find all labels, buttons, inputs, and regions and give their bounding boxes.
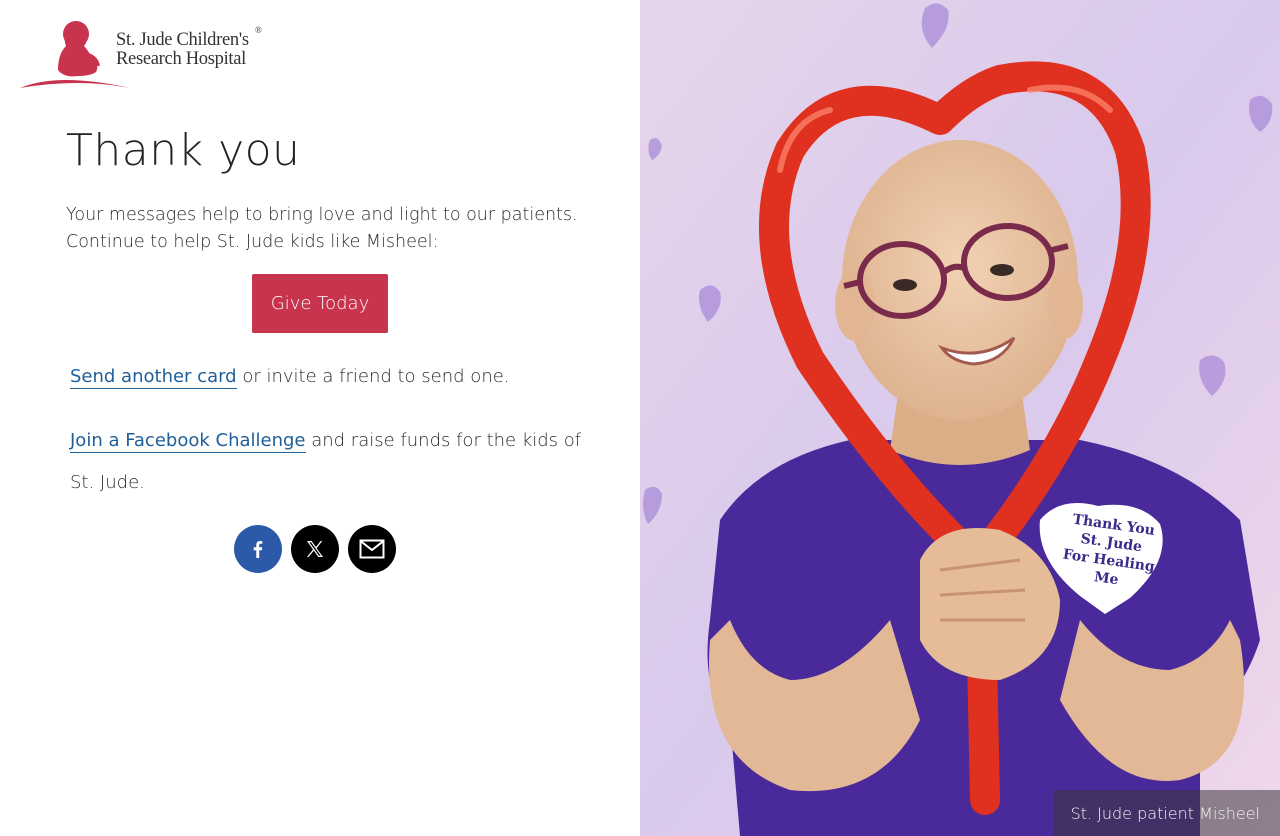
send-card-rest: or invite a friend to send one. — [236, 366, 510, 387]
intro-line-2: Continue to help St. Jude kids like Mish… — [66, 232, 439, 252]
page-title: Thank you — [66, 125, 301, 176]
photo-caption: St. Jude patient Misheel — [1052, 790, 1280, 836]
st-jude-logo[interactable]: St. Jude Children's Research Hospital ® — [18, 14, 278, 94]
hero-photo: Thank You St. Jude For Healing Me St. Ju… — [640, 0, 1280, 836]
registered-mark: ® — [255, 25, 262, 35]
intro-text: Your messages help to bring love and lig… — [66, 202, 606, 256]
share-buttons — [234, 525, 396, 573]
send-another-card-link[interactable]: Send another card — [70, 366, 237, 389]
facebook-challenge-text: Join a Facebook Challenge and raise fund… — [70, 420, 590, 504]
x-share-button[interactable] — [291, 525, 339, 573]
mail-icon — [359, 539, 385, 559]
facebook-icon — [253, 541, 263, 558]
patient-shirt-badge: Thank You St. Jude For Healing Me — [1055, 509, 1164, 594]
facebook-challenge-link[interactable]: Join a Facebook Challenge — [70, 430, 306, 453]
facebook-share-button[interactable] — [234, 525, 282, 573]
patient-photo — [640, 0, 1280, 836]
give-today-button[interactable]: Give Today — [252, 274, 388, 333]
x-icon — [307, 541, 323, 557]
intro-line-1: Your messages help to bring love and lig… — [66, 205, 578, 225]
left-panel: St. Jude Children's Research Hospital ® … — [0, 0, 640, 836]
send-card-text: Send another card or invite a friend to … — [70, 356, 590, 398]
logo-wordmark: St. Jude Children's Research Hospital — [116, 30, 249, 69]
email-share-button[interactable] — [348, 525, 396, 573]
